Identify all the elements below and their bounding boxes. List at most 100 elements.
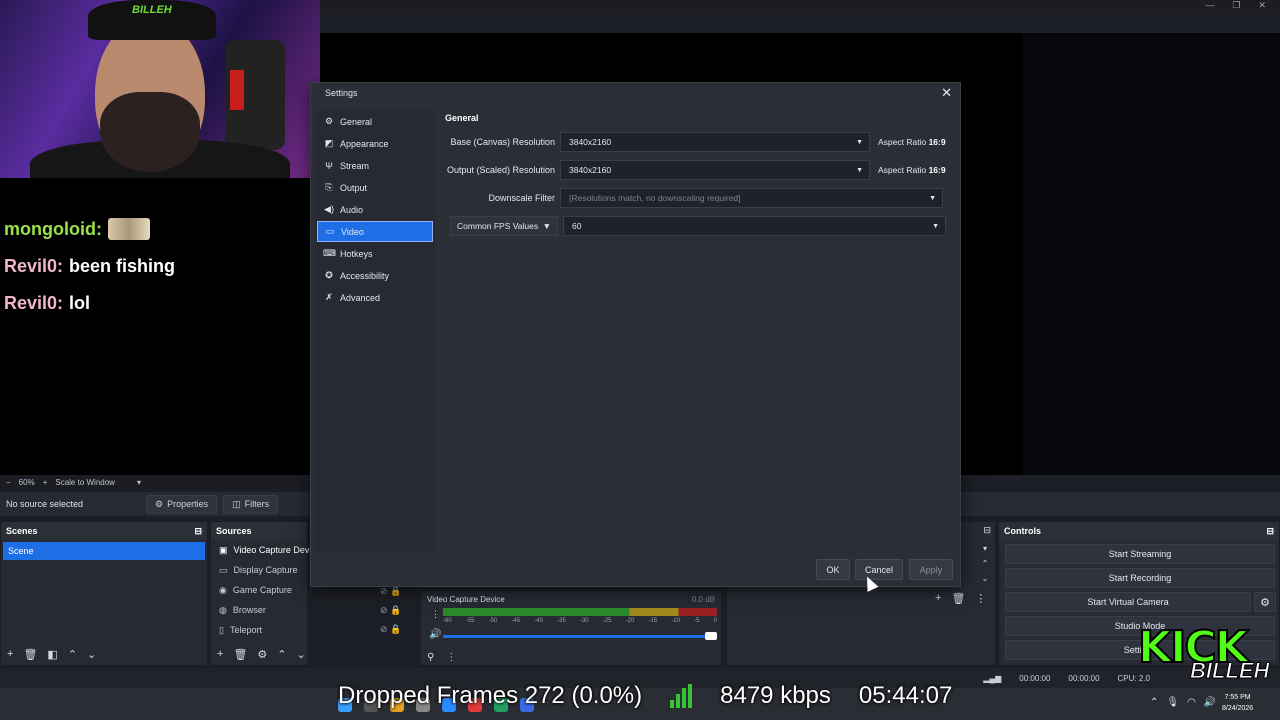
kebab-icon[interactable]: ⋮ bbox=[431, 609, 440, 620]
duration-spinner[interactable]: ▾ ⌃ ⌄ bbox=[976, 544, 994, 588]
chevron-down-icon: ▼ bbox=[542, 221, 551, 231]
dialog-title: Settings bbox=[325, 88, 358, 98]
chevron-down-icon[interactable]: ▾ bbox=[983, 544, 987, 553]
arrow-down-icon[interactable]: ⌄ bbox=[982, 574, 989, 583]
arrow-up-icon[interactable]: ⌃ bbox=[68, 648, 77, 661]
eye-hidden-icon[interactable]: ⊘ 🔒 bbox=[380, 586, 401, 597]
transition-controls: + 🗑 ⋮ bbox=[935, 592, 986, 605]
start-recording-button[interactable]: Start Recording bbox=[1005, 568, 1275, 588]
chevron-down-icon: ▼ bbox=[929, 194, 936, 202]
nav-item-accessibility[interactable]: ✪ Accessibility bbox=[317, 265, 433, 286]
kebab-icon[interactable]: ⋮ bbox=[446, 652, 456, 663]
zoom-in-button[interactable]: + bbox=[43, 478, 48, 487]
dock-menu-icon[interactable]: ⊟ bbox=[194, 526, 202, 537]
chat-username: mongoloid: bbox=[4, 218, 102, 239]
start-streaming-button[interactable]: Start Streaming bbox=[1005, 544, 1275, 564]
minimize-icon[interactable]: — bbox=[1205, 0, 1214, 11]
preview-canvas-right bbox=[1022, 33, 1280, 475]
link-icon[interactable]: ⚲ bbox=[427, 652, 434, 663]
scene-item[interactable]: Scene bbox=[3, 542, 205, 560]
meter-tick-label: -10 bbox=[671, 618, 680, 624]
maximize-icon[interactable]: ❐ bbox=[1232, 0, 1240, 11]
close-icon[interactable]: ✕ bbox=[1258, 0, 1266, 11]
source-label: Display Capture bbox=[233, 565, 298, 575]
chat-message: Revil0: been fishing bbox=[4, 256, 302, 277]
dropped-frames: Dropped Frames 272 (0.0%) bbox=[338, 682, 643, 709]
dock-title: Controls bbox=[1004, 526, 1041, 536]
dock-menu-icon[interactable]: ⊟ bbox=[983, 525, 991, 536]
chevron-down-icon[interactable]: ▾ bbox=[137, 478, 141, 487]
arrow-up-icon[interactable]: ⌃ bbox=[982, 559, 989, 568]
output-icon: ⎘ bbox=[325, 182, 333, 192]
eye-hidden-icon[interactable]: ⊘ 🔒 bbox=[380, 605, 401, 616]
webcam-feed: BILLEH bbox=[0, 0, 320, 178]
nav-item-video[interactable]: ▭ Video bbox=[317, 221, 433, 242]
close-icon[interactable]: ✕ bbox=[941, 85, 952, 101]
aspect-label: Aspect Ratio bbox=[878, 137, 927, 147]
dock-header: Controls ⊟ bbox=[999, 522, 1279, 540]
dialog-title-bar: Settings ✕ bbox=[311, 83, 960, 103]
filter-icon[interactable]: ◧ bbox=[47, 648, 57, 661]
fps-value-combo[interactable]: 60 ▼ bbox=[563, 216, 946, 236]
base-resolution-combo[interactable]: 3840x2160 ▼ bbox=[560, 132, 870, 152]
nav-label: General bbox=[340, 116, 373, 127]
source-item[interactable]: ▯ Teleport bbox=[211, 620, 307, 640]
mixer-channel-name: Video Capture Device bbox=[427, 595, 505, 604]
chat-username: Revil0: bbox=[4, 256, 64, 276]
aspect-value: 16:9 bbox=[928, 137, 946, 147]
nav-item-general[interactable]: ⚙ General bbox=[317, 111, 433, 132]
add-icon[interactable]: + bbox=[217, 648, 223, 661]
source-label: Teleport bbox=[229, 625, 262, 635]
nav-item-hotkeys[interactable]: ⌨ Hotkeys bbox=[317, 243, 433, 264]
trash-icon[interactable]: 🗑 bbox=[951, 592, 965, 605]
dock-header: Scenes ⊟ bbox=[1, 522, 207, 540]
fps-type-combo[interactable]: Common FPS Values ▼ bbox=[450, 216, 558, 236]
video-settings-panel: General Base (Canvas) Resolution 3840x21… bbox=[440, 110, 953, 286]
speaker-icon[interactable]: 🔊 bbox=[429, 629, 441, 640]
settings-dialog: Settings ✕ ⚙ General ◩ Appearance Ψ Stream … bbox=[310, 82, 961, 587]
gear-icon: ⚙ bbox=[155, 498, 164, 509]
cancel-button[interactable]: Cancel bbox=[855, 559, 903, 580]
nav-item-appearance[interactable]: ◩ Appearance bbox=[317, 133, 433, 154]
filters-label: Filters bbox=[244, 499, 270, 509]
trash-icon[interactable]: 🗑 bbox=[23, 648, 37, 661]
output-resolution-combo[interactable]: 3840x2160 ▼ bbox=[560, 160, 870, 180]
kebab-icon[interactable]: ⋮ bbox=[975, 592, 986, 605]
volume-slider-handle[interactable] bbox=[705, 632, 717, 640]
dock-menu-icon[interactable]: ⊟ bbox=[1266, 526, 1274, 537]
gear-icon[interactable]: ⚙ bbox=[257, 648, 267, 661]
nav-item-output[interactable]: ⎘ Output bbox=[317, 177, 433, 198]
nav-item-advanced[interactable]: ✗ Advanced bbox=[317, 287, 433, 308]
kick-logo-sub: BILLEH bbox=[1189, 658, 1270, 684]
display-icon: ▭ bbox=[219, 564, 228, 575]
start-virtual-camera-button[interactable]: Start Virtual Camera bbox=[1005, 592, 1251, 612]
source-item[interactable]: ▭ Display Capture bbox=[211, 560, 307, 580]
properties-button[interactable]: ⚙ Properties bbox=[146, 494, 218, 514]
chevron-down-icon: ▼ bbox=[856, 138, 863, 146]
zoom-out-button[interactable]: − bbox=[6, 478, 11, 487]
source-item[interactable]: ◍ Browser bbox=[211, 600, 307, 620]
nav-label: Hotkeys bbox=[340, 248, 373, 259]
nav-item-stream[interactable]: Ψ Stream bbox=[317, 155, 433, 176]
trash-icon[interactable]: 🗑 bbox=[233, 648, 247, 661]
gear-icon[interactable]: ⚙ bbox=[1254, 592, 1276, 612]
scenes-dock: Scenes ⊟ Scene + 🗑 ◧ ⌃ ⌄ bbox=[0, 521, 208, 666]
volume-slider-track[interactable] bbox=[443, 635, 711, 638]
arrow-down-icon[interactable]: ⌄ bbox=[297, 648, 306, 661]
add-icon[interactable]: + bbox=[7, 648, 13, 661]
nav-item-audio[interactable]: ◀) Audio bbox=[317, 199, 433, 220]
source-item[interactable]: ◉ Game Capture bbox=[211, 580, 307, 600]
chat-message: mongoloid: bbox=[4, 218, 302, 240]
nav-label: Appearance bbox=[340, 138, 389, 149]
ok-button[interactable]: OK bbox=[816, 559, 850, 580]
filters-button[interactable]: ◫ Filters bbox=[223, 494, 279, 514]
source-item[interactable]: ▣ Video Capture Dev bbox=[211, 540, 309, 560]
downscale-filter-combo[interactable]: [Resolutions match, no downscaling requi… bbox=[560, 188, 943, 208]
arrow-down-icon[interactable]: ⌄ bbox=[87, 648, 96, 661]
properties-label: Properties bbox=[167, 499, 209, 509]
add-icon[interactable]: + bbox=[935, 592, 941, 605]
file-icon: ▯ bbox=[219, 624, 224, 635]
apply-button[interactable]: Apply bbox=[909, 559, 953, 580]
arrow-up-icon[interactable]: ⌃ bbox=[277, 648, 286, 661]
eye-hidden-icon[interactable]: ⊘ 🔒 bbox=[380, 624, 401, 635]
